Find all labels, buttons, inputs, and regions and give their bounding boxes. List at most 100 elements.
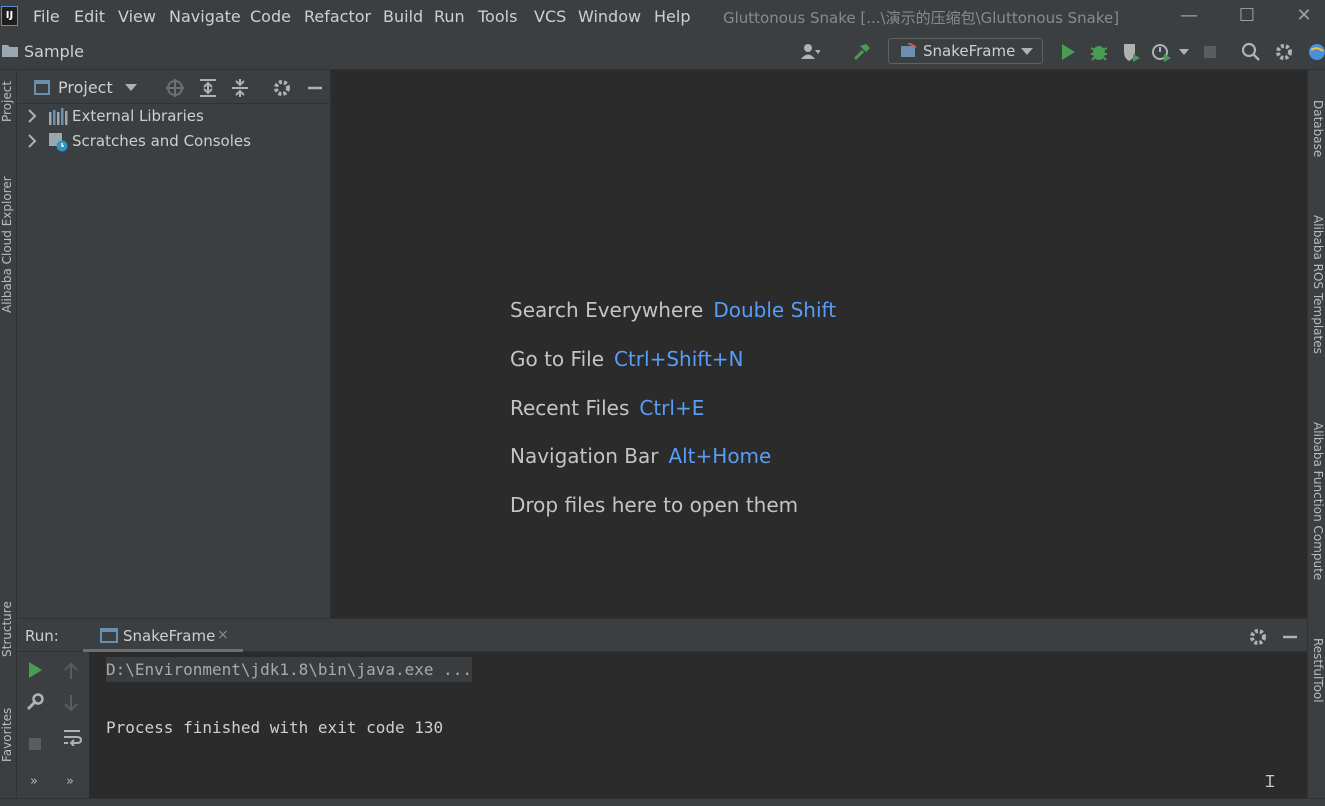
close-button[interactable]: ✕ bbox=[1282, 4, 1325, 28]
run-console[interactable]: D:\Environment\jdk1.8\bin\java.exe ... P… bbox=[89, 652, 1307, 798]
minimize-button[interactable]: — bbox=[1167, 4, 1211, 28]
hint-shortcut: Ctrl+E bbox=[639, 396, 705, 420]
hint-action: Drop files here to open them bbox=[510, 493, 799, 517]
stripe-project[interactable]: Project bbox=[0, 81, 14, 122]
hint-action: Navigation Bar bbox=[510, 444, 659, 468]
project-panel-header: Project bbox=[17, 70, 330, 104]
tree-item-label: External Libraries bbox=[72, 107, 204, 125]
run-tab-snakeframe[interactable]: SnakeFrame × bbox=[83, 619, 243, 652]
run-panel-label: Run: bbox=[25, 627, 59, 645]
hint-action: Recent Files bbox=[510, 396, 630, 420]
right-tool-stripe: Database Alibaba ROS Templates Alibaba F… bbox=[1307, 70, 1325, 798]
hint-navigation-bar: Navigation Bar Alt+Home bbox=[510, 444, 771, 468]
hint-recent-files: Recent Files Ctrl+E bbox=[510, 396, 704, 420]
build-hammer-icon[interactable] bbox=[852, 42, 872, 62]
stripe-database[interactable]: Database bbox=[1311, 100, 1325, 157]
tree-item-external-libraries[interactable]: External Libraries bbox=[17, 104, 330, 129]
project-view-select[interactable]: Project bbox=[58, 78, 113, 97]
tree-item-label: Scratches and Consoles bbox=[72, 132, 251, 150]
stripe-structure[interactable]: Structure bbox=[0, 601, 14, 657]
debug-bug-icon[interactable] bbox=[1089, 42, 1109, 62]
user-icon[interactable] bbox=[800, 42, 820, 62]
hide-minus-icon[interactable] bbox=[305, 78, 325, 98]
menu-view[interactable]: View bbox=[118, 7, 156, 26]
coverage-shield-icon[interactable] bbox=[1121, 42, 1141, 62]
scratches-icon bbox=[49, 133, 68, 152]
chevron-right-icon[interactable] bbox=[27, 109, 37, 123]
chevron-down-icon bbox=[1021, 48, 1033, 55]
hint-shortcut: Double Shift bbox=[713, 298, 837, 322]
navigation-toolbar: Sample SnakeFrame bbox=[0, 34, 1325, 70]
run-configuration-label: SnakeFrame bbox=[923, 42, 1016, 60]
stripe-favorites[interactable]: Favorites bbox=[0, 708, 14, 762]
stop-icon[interactable] bbox=[26, 735, 44, 753]
menu-file[interactable]: File bbox=[33, 7, 60, 26]
arrow-down-icon[interactable] bbox=[62, 694, 80, 712]
search-icon[interactable] bbox=[1241, 42, 1261, 62]
more-actions-icon[interactable]: » bbox=[30, 774, 38, 789]
left-tool-stripe: Project Alibaba Cloud Explorer Structure… bbox=[0, 70, 17, 798]
console-command-line[interactable]: D:\Environment\jdk1.8\bin\java.exe ... bbox=[106, 657, 473, 682]
menu-window[interactable]: Window bbox=[578, 7, 641, 26]
more-actions-icon[interactable]: » bbox=[66, 774, 74, 789]
profiler-icon[interactable] bbox=[1151, 42, 1171, 62]
stripe-alibaba-cloud-explorer[interactable]: Alibaba Cloud Explorer bbox=[0, 176, 14, 313]
hint-drop-files: Drop files here to open them bbox=[510, 493, 798, 517]
tree-item-scratches-and-consoles[interactable]: Scratches and Consoles bbox=[17, 129, 330, 154]
text-cursor-icon: Ｉ bbox=[1262, 772, 1279, 791]
hint-go-to-file: Go to File Ctrl+Shift+N bbox=[510, 347, 744, 371]
menu-tools[interactable]: Tools bbox=[478, 7, 517, 26]
status-bar bbox=[0, 798, 1325, 806]
console-icon bbox=[100, 628, 118, 643]
chevron-down-icon[interactable] bbox=[1179, 49, 1189, 56]
folder-icon bbox=[2, 45, 18, 57]
java-class-icon bbox=[901, 43, 917, 57]
hint-shortcut: Ctrl+Shift+N bbox=[614, 347, 744, 371]
plugin-globe-icon[interactable] bbox=[1307, 42, 1325, 62]
menu-refactor[interactable]: Refactor bbox=[304, 7, 371, 26]
run-tab-label: SnakeFrame bbox=[123, 627, 216, 645]
maximize-button[interactable]: ☐ bbox=[1225, 4, 1269, 28]
expand-all-icon[interactable] bbox=[198, 78, 218, 98]
intellij-app-icon[interactable]: IJ bbox=[1, 6, 18, 26]
window-title: Gluttonous Snake [...\演示的压缩包\Gluttonous … bbox=[723, 9, 1120, 27]
menu-code[interactable]: Code bbox=[250, 7, 291, 26]
editor-empty-area[interactable]: Search Everywhere Double Shift Go to File… bbox=[332, 70, 1307, 618]
menu-help[interactable]: Help bbox=[654, 7, 690, 26]
hint-search-everywhere: Search Everywhere Double Shift bbox=[510, 298, 836, 322]
menu-run[interactable]: Run bbox=[434, 7, 465, 26]
settings-gear-icon[interactable] bbox=[1274, 42, 1294, 62]
rerun-icon[interactable] bbox=[26, 661, 44, 679]
close-tab-icon[interactable]: × bbox=[217, 627, 229, 643]
menu-edit[interactable]: Edit bbox=[74, 7, 105, 26]
stripe-alibaba-function-compute[interactable]: Alibaba Function Compute bbox=[1311, 422, 1325, 580]
soft-wrap-icon[interactable] bbox=[62, 728, 82, 746]
menu-vcs[interactable]: VCS bbox=[534, 7, 566, 26]
chevron-down-icon[interactable] bbox=[125, 84, 137, 92]
console-exit-message: Process finished with exit code 130 bbox=[106, 718, 444, 737]
project-view-icon bbox=[34, 80, 50, 95]
menu-navigate[interactable]: Navigate bbox=[169, 7, 241, 26]
project-tool-window: Project External Libraries Scratches and… bbox=[17, 70, 331, 618]
title-bar: IJ File Edit View Navigate Code Refactor… bbox=[0, 0, 1325, 34]
hide-minus-icon[interactable] bbox=[1280, 627, 1300, 647]
settings-gear-icon[interactable] bbox=[1248, 627, 1268, 647]
run-toolbar: » » bbox=[17, 652, 89, 798]
collapse-all-icon[interactable] bbox=[230, 78, 250, 98]
arrow-up-icon[interactable] bbox=[62, 662, 80, 680]
settings-gear-icon[interactable] bbox=[272, 78, 292, 98]
stripe-restfultool[interactable]: RestfulTool bbox=[1311, 638, 1325, 703]
breadcrumb-project[interactable]: Sample bbox=[24, 42, 84, 61]
locate-target-icon[interactable] bbox=[165, 78, 185, 98]
stripe-alibaba-ros-templates[interactable]: Alibaba ROS Templates bbox=[1311, 215, 1325, 354]
menu-build[interactable]: Build bbox=[383, 7, 423, 26]
hint-shortcut: Alt+Home bbox=[668, 444, 772, 468]
libraries-icon bbox=[49, 108, 68, 125]
run-tool-window-header: Run: SnakeFrame × bbox=[17, 618, 1307, 652]
chevron-right-icon[interactable] bbox=[27, 134, 37, 148]
run-icon[interactable] bbox=[1058, 42, 1078, 62]
wrench-icon[interactable] bbox=[26, 693, 44, 711]
stop-icon[interactable] bbox=[1200, 42, 1220, 62]
run-configuration-select[interactable]: SnakeFrame bbox=[888, 38, 1043, 64]
hint-action: Search Everywhere bbox=[510, 298, 704, 322]
